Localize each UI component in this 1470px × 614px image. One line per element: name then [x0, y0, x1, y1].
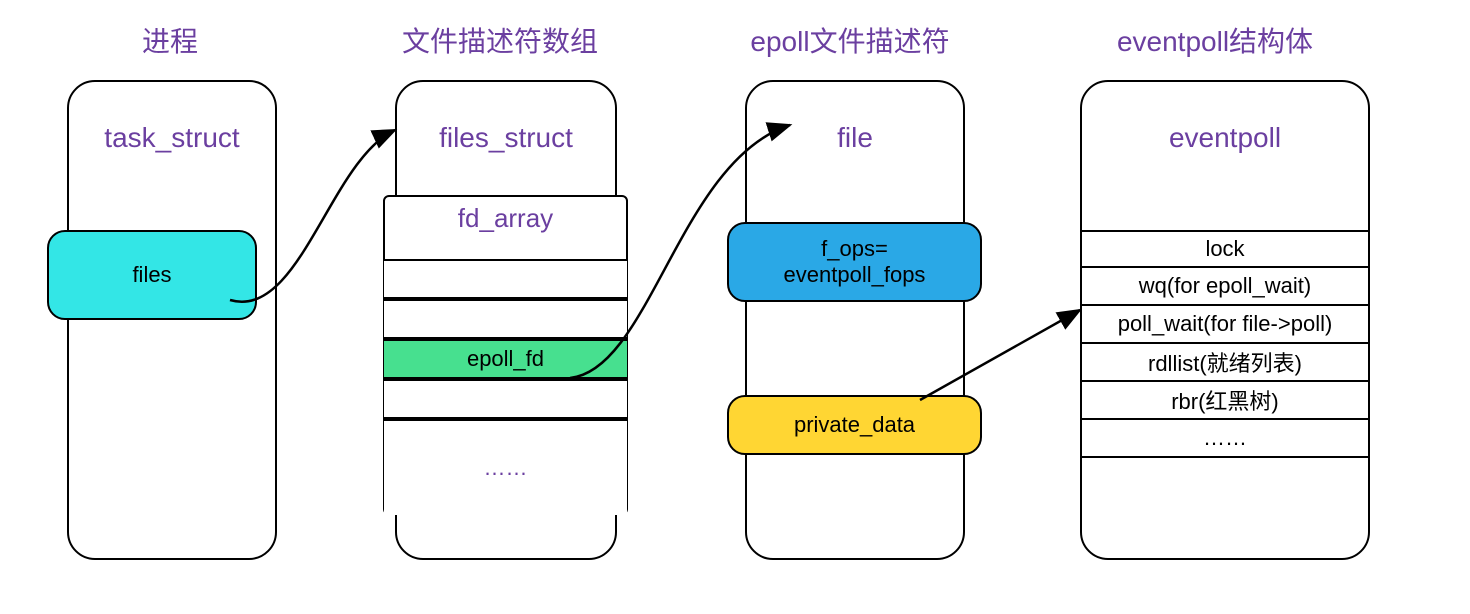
- ep-row-wq: wq(for epoll_wait): [1082, 268, 1368, 306]
- box-task-struct: task_struct: [67, 80, 277, 560]
- title-eventpoll: eventpoll结构体: [1075, 20, 1355, 60]
- label-files-struct: files_struct: [397, 122, 615, 154]
- f-ops-line1: f_ops=: [821, 236, 888, 262]
- ep-row-poll-wait: poll_wait(for file->poll): [1082, 306, 1368, 344]
- fd-row-0: [384, 259, 627, 299]
- title-fd-array: 文件描述符数组: [370, 20, 630, 60]
- ep-row-rbr: rbr(红黑树): [1082, 382, 1368, 420]
- fd-row-3: [384, 379, 627, 419]
- label-task-struct: task_struct: [69, 122, 275, 154]
- title-epoll-fd: epoll文件描述符: [720, 20, 980, 60]
- ep-row-lock: lock: [1082, 230, 1368, 268]
- box-eventpoll: eventpoll lock wq(for epoll_wait) poll_w…: [1080, 80, 1370, 560]
- ep-row-ellipsis: ……: [1082, 420, 1368, 458]
- field-private-data: private_data: [727, 395, 982, 455]
- f-ops-line2: eventpoll_fops: [784, 262, 926, 288]
- label-file: file: [747, 122, 963, 154]
- field-files-text: files: [132, 262, 171, 288]
- label-eventpoll: eventpoll: [1082, 122, 1368, 154]
- private-data-text: private_data: [794, 412, 915, 438]
- title-process: 进程: [60, 20, 280, 60]
- fd-array-container: fd_array epoll_fd ……: [383, 195, 628, 515]
- fd-row-epoll-fd: epoll_fd: [384, 339, 627, 379]
- fd-array-label: fd_array: [385, 197, 626, 234]
- fd-row-ellipsis: ……: [384, 419, 627, 515]
- field-files: files: [47, 230, 257, 320]
- fd-row-1: [384, 299, 627, 339]
- box-file: file: [745, 80, 965, 560]
- ep-row-rdllist: rdllist(就绪列表): [1082, 344, 1368, 382]
- field-f-ops: f_ops= eventpoll_fops: [727, 222, 982, 302]
